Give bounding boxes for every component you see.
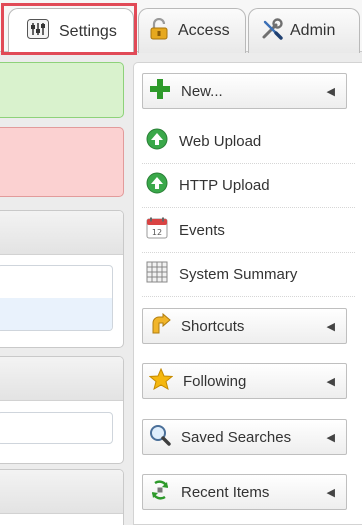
shortcuts-label: Shortcuts — [181, 317, 245, 335]
new-button-label: New... — [181, 82, 223, 100]
panel-1-selected-row[interactable] — [0, 298, 112, 330]
magnifier-icon — [149, 424, 171, 451]
panel-2-header — [0, 357, 123, 401]
settings-sliders-icon — [27, 19, 49, 44]
panel-3-header — [0, 470, 123, 514]
recent-items-label: Recent Items — [181, 483, 270, 501]
events-label: Events — [179, 222, 225, 239]
content-panel-3 — [0, 469, 124, 525]
system-summary-link[interactable]: System Summary — [142, 253, 355, 297]
star-icon — [148, 367, 174, 395]
content-panel-2 — [0, 356, 124, 464]
events-link[interactable]: 12 Events — [142, 209, 355, 253]
panel-2-input[interactable] — [0, 412, 113, 444]
caret-left-icon: ◀ — [326, 321, 335, 333]
panel-1-header — [0, 211, 123, 255]
panel-1-list[interactable] — [0, 265, 113, 331]
shortcuts-button[interactable]: Shortcuts ◀ — [142, 308, 347, 344]
content-panel-1 — [0, 210, 124, 348]
svg-text:12: 12 — [152, 228, 162, 237]
padlock-icon — [149, 17, 169, 45]
http-upload-label: HTTP Upload — [179, 177, 270, 194]
tab-admin-label: Admin — [290, 22, 336, 39]
actions-menu: New... ◀ Web Upload HTTP Upload 12 Event… — [133, 62, 362, 525]
http-upload-link[interactable]: HTTP Upload — [142, 164, 355, 208]
following-label: Following — [183, 372, 247, 390]
tab-admin[interactable]: Admin — [248, 8, 360, 53]
grid-table-icon — [146, 261, 168, 288]
shortcut-arrow-icon — [149, 312, 171, 340]
tab-settings-label: Settings — [59, 22, 117, 40]
saved-searches-label: Saved Searches — [181, 428, 292, 446]
caret-left-icon: ◀ — [326, 86, 335, 98]
wrench-screwdriver-icon — [261, 17, 283, 45]
web-upload-label: Web Upload — [179, 133, 262, 150]
tab-access[interactable]: Access — [138, 8, 246, 53]
following-button[interactable]: Following ◀ — [142, 363, 347, 399]
caret-left-icon: ◀ — [326, 376, 335, 388]
new-button[interactable]: New... ◀ — [142, 73, 347, 109]
caret-left-icon: ◀ — [326, 432, 335, 444]
system-summary-label: System Summary — [179, 266, 298, 283]
green-plus-icon — [149, 78, 171, 105]
web-upload-link[interactable]: Web Upload — [142, 120, 355, 164]
error-message-box — [0, 127, 124, 197]
upload-arrow-icon — [146, 128, 168, 155]
left-column — [0, 52, 128, 525]
upload-arrow-icon — [146, 172, 168, 199]
tab-settings[interactable]: Settings — [8, 8, 134, 54]
saved-searches-button[interactable]: Saved Searches ◀ — [142, 419, 347, 455]
caret-left-icon: ◀ — [326, 487, 335, 499]
tab-access-label: Access — [178, 22, 230, 39]
recent-items-button[interactable]: Recent Items ◀ — [142, 474, 347, 510]
calendar-icon: 12 — [146, 217, 168, 244]
recent-recycle-icon — [149, 479, 171, 506]
tab-bar: Settings Access Admin — [0, 0, 362, 54]
success-message-box — [0, 62, 124, 118]
